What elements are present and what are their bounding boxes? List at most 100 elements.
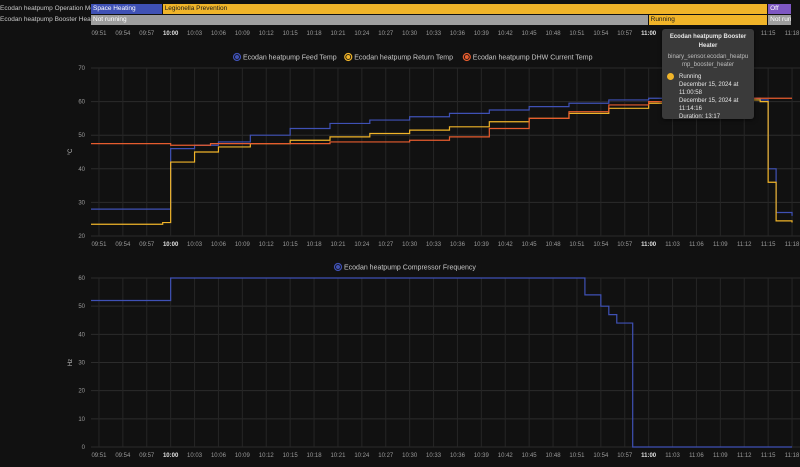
y-tick-label: 60: [78, 100, 85, 106]
x-tick-label: 10:24: [354, 242, 370, 248]
x-tick-label: 10:18: [307, 242, 323, 248]
tooltip-entity-id: binary_sensor.ecodan_heatpump_booster_he…: [667, 54, 749, 68]
booster-heater-tooltip: Ecodan heatpump Booster Heater binary_se…: [662, 29, 754, 121]
legend-label[interactable]: Ecodan heatpump DHW Current Temp: [473, 55, 593, 62]
x-tick-label: 10:30: [402, 453, 418, 459]
x-tick-label: 11:12: [737, 242, 752, 248]
x-tick-label: 09:51: [91, 31, 107, 37]
x-tick-label: 10:09: [234, 31, 250, 37]
x-tick-label: 10:33: [426, 242, 442, 248]
legend-label[interactable]: Ecodan heatpump Return Temp: [354, 55, 453, 62]
x-tick-label: 10:18: [307, 453, 323, 459]
x-tick-label: 11:15: [761, 242, 776, 248]
x-tick-label: 10:48: [546, 453, 562, 459]
x-tick-label: 10:57: [617, 31, 633, 37]
x-tick-label: 10:06: [211, 242, 227, 248]
x-tick-label: 10:51: [569, 453, 585, 459]
timeline-segment[interactable]: Not running: [91, 15, 648, 25]
timeline-segment[interactable]: Space Heating: [91, 4, 162, 14]
x-tick-label: 10:54: [593, 453, 609, 459]
y-tick-label: 60: [78, 276, 85, 282]
timeline-segment[interactable]: Not running: [768, 15, 792, 25]
x-tick-label: 10:36: [450, 242, 466, 248]
x-tick-label: 11:06: [689, 242, 704, 248]
y-tick-label: 20: [78, 389, 85, 395]
x-tick-label: 10:06: [210, 31, 226, 37]
x-tick-label: 11:15: [760, 31, 776, 37]
x-tick-label: 10:00: [163, 242, 179, 248]
x-tick-label: 10:39: [474, 453, 490, 459]
x-tick-label: 10:21: [330, 453, 346, 459]
x-tick-label: 10:51: [569, 242, 585, 248]
x-tick-label: 10:48: [545, 31, 561, 37]
x-tick-label: 10:57: [617, 453, 633, 459]
x-tick-label: 10:15: [282, 31, 298, 37]
x-tick-label: 10:09: [235, 242, 251, 248]
x-tick-label: 09:54: [115, 453, 131, 459]
x-tick-label: 11:15: [761, 453, 776, 459]
x-tick-label: 10:21: [330, 242, 346, 248]
x-tick-label: 11:18: [784, 31, 800, 37]
x-tick-label: 10:15: [283, 453, 299, 459]
x-tick-label: 11:18: [785, 242, 800, 248]
x-tick-label: 10:57: [617, 242, 633, 248]
timeline-row-operation-mode: Ecodan heatpump Operation Mode Space Hea…: [0, 4, 800, 14]
x-tick-label: 10:15: [283, 242, 299, 248]
x-tick-label: 10:42: [497, 31, 513, 37]
legend-swatch-fill: [346, 55, 351, 59]
legend-label[interactable]: Ecodan heatpump Feed Temp: [243, 55, 337, 62]
x-tick-label: 10:03: [187, 242, 203, 248]
y-tick-label: 0: [82, 445, 86, 451]
x-tick-label: 10:24: [354, 453, 370, 459]
timeline-segment[interactable]: Off: [768, 4, 792, 14]
x-tick-label: 11:09: [713, 242, 728, 248]
timeline-track: Space Heating Legionella Prevention Off: [91, 4, 800, 14]
x-tick-label: 10:36: [450, 453, 466, 459]
tooltip-from: December 15, 2024 at 11:00:58: [679, 82, 739, 96]
x-tick-label: 10:48: [546, 242, 562, 248]
x-tick-label: 09:57: [139, 31, 155, 37]
x-tick-label: 10:54: [593, 242, 609, 248]
x-tick-label: 10:00: [162, 31, 179, 37]
compressor-frequency-chart: 0 10 20 30 40 50 60 09:51 09:54 09:57 10:00 10:03 10…: [68, 262, 800, 459]
x-tick-label: 10:27: [378, 31, 394, 37]
timeline-segment[interactable]: Legionella Prevention: [162, 4, 768, 14]
timeline-row-label: Ecodan heatpump Operation Mode: [0, 5, 102, 12]
x-tick-label: 10:54: [593, 31, 609, 37]
x-tick-label: 11:18: [785, 453, 800, 459]
x-tick-label: 10:06: [211, 453, 227, 459]
legend-label[interactable]: Ecodan heatpump Compressor Frequency: [344, 265, 476, 272]
x-tick-label: 10:39: [474, 242, 490, 248]
y-axis-label: °C: [68, 148, 74, 155]
y-tick-label: 50: [78, 304, 85, 310]
x-tick-label: 10:36: [449, 31, 465, 37]
x-tick-label: 09:51: [91, 242, 107, 248]
x-tick-label: 10:00: [163, 453, 179, 459]
x-tick-label: 10:21: [330, 31, 346, 37]
x-tick-label: 10:12: [259, 453, 275, 459]
x-tick-label: 09:54: [115, 31, 131, 37]
tooltip-state-row: Running December 15, 2024 at 11:00:58 De…: [667, 73, 749, 121]
timeline-segment[interactable]: Running: [648, 15, 768, 25]
tooltip-state: Running: [679, 74, 702, 80]
x-tick-label: 10:18: [306, 31, 322, 37]
y-tick-label: 40: [78, 332, 85, 338]
tooltip-duration: Duration: 13:17: [679, 114, 721, 120]
x-tick-label: 10:33: [426, 31, 442, 37]
x-tick-label: 11:00: [641, 31, 657, 37]
x-tick-label: 10:12: [258, 31, 274, 37]
x-tick-label: 10:45: [522, 453, 538, 459]
x-tick-label: 10:51: [569, 31, 585, 37]
x-tick-label: 10:03: [187, 31, 203, 37]
x-tick-label: 10:12: [259, 242, 275, 248]
x-tick-label: 11:00: [641, 453, 657, 459]
x-tick-label: 11:00: [641, 242, 657, 248]
x-tick-label: 09:57: [139, 453, 155, 459]
x-tick-label: 10:03: [187, 453, 203, 459]
x-tick-label: 10:27: [378, 453, 394, 459]
x-tick-label: 10:30: [402, 31, 418, 37]
y-tick-label: 40: [78, 167, 85, 173]
y-tick-label: 10: [78, 417, 85, 423]
legend-swatch-fill: [464, 55, 469, 59]
x-tick-label: 09:54: [115, 242, 131, 248]
